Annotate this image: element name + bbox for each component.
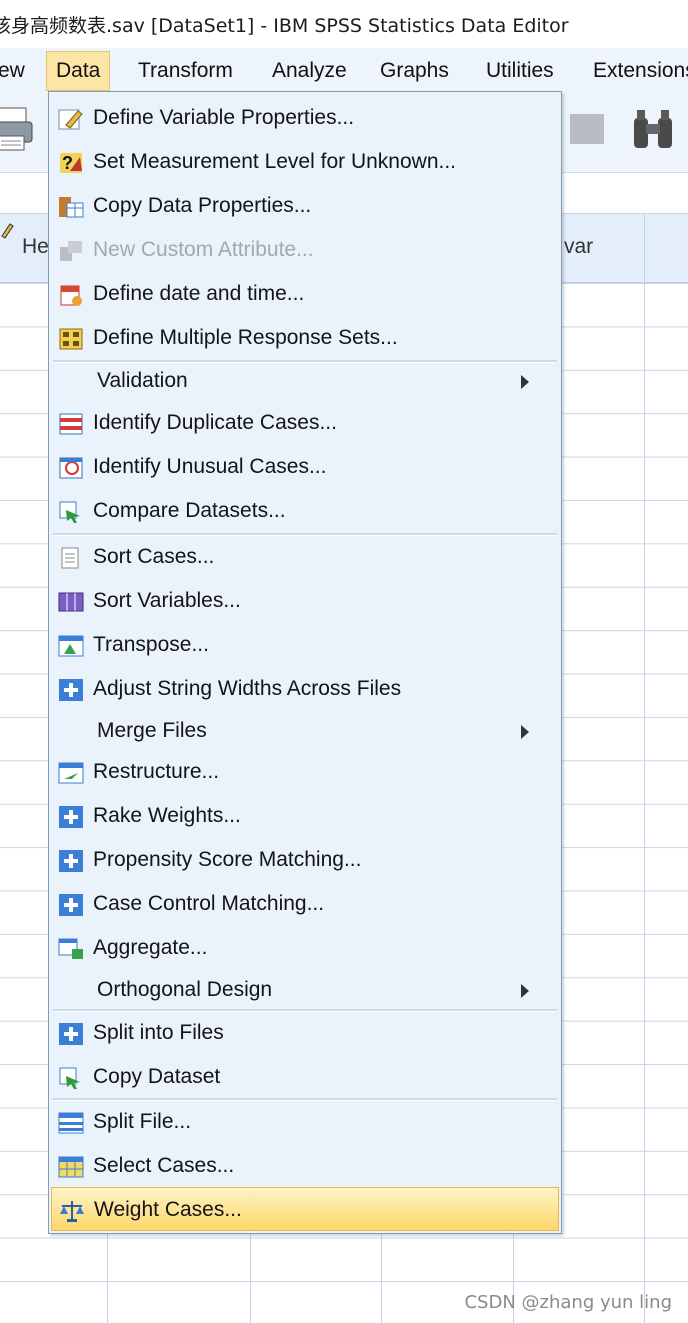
plus-icon xyxy=(59,806,83,828)
plus-icon xyxy=(59,850,83,872)
select-cases-icon xyxy=(58,1156,84,1178)
menu-bar: ew Data Transform Analyze Graphs Utiliti… xyxy=(0,48,688,93)
menu-utilities[interactable]: Utilities xyxy=(486,56,554,86)
duplicate-cases-icon xyxy=(59,413,83,435)
print-icon[interactable] xyxy=(0,104,36,154)
menu-item-define-multiple-response[interactable]: Define Multiple Response Sets... xyxy=(51,316,559,360)
menu-item-set-measurement-level[interactable]: ? Set Measurement Level for Unknown... xyxy=(51,140,559,184)
menu-item-new-custom-attribute[interactable]: New Custom Attribute... xyxy=(51,228,559,272)
menu-item-sort-variables[interactable]: Sort Variables... xyxy=(51,579,559,623)
menu-item-sort-cases[interactable]: Sort Cases... xyxy=(51,535,559,579)
menu-analyze[interactable]: Analyze xyxy=(272,56,347,86)
submenu-arrow-icon xyxy=(521,984,529,998)
calendar-icon xyxy=(60,285,82,306)
watermark: CSDN @zhang yun ling xyxy=(464,1292,672,1313)
menu-item-restructure[interactable]: Restructure... xyxy=(51,750,559,794)
menu-item-split-into-files[interactable]: Split into Files xyxy=(51,1011,559,1055)
data-menu-dropdown: Define Variable Properties... ? Set Meas… xyxy=(48,91,562,1234)
menu-item-aggregate[interactable]: Aggregate... xyxy=(51,926,559,970)
grid-header-cell[interactable]: var xyxy=(560,214,645,280)
menu-view[interactable]: ew xyxy=(0,56,25,86)
weight-cases-icon xyxy=(60,1201,84,1222)
menu-item-split-file[interactable]: Split File... xyxy=(51,1100,559,1144)
column-header-partial: He xyxy=(22,235,49,258)
menu-item-define-date-time[interactable]: Define date and time... xyxy=(51,272,559,316)
menu-graphs[interactable]: Graphs xyxy=(380,56,449,86)
compare-datasets-icon xyxy=(59,501,80,523)
split-file-icon xyxy=(58,1112,84,1134)
menu-item-select-cases[interactable]: Select Cases... xyxy=(51,1144,559,1188)
define-variable-properties-icon xyxy=(58,109,83,130)
menu-item-case-control-matching[interactable]: Case Control Matching... xyxy=(51,882,559,926)
grid-header-cell[interactable]: He xyxy=(0,214,49,280)
menu-item-weight-cases[interactable]: Weight Cases... xyxy=(51,1187,559,1231)
pencil-icon xyxy=(1,223,14,239)
aggregate-icon xyxy=(58,938,83,959)
sort-variables-icon xyxy=(58,592,84,612)
plus-icon xyxy=(59,679,83,701)
custom-attribute-icon xyxy=(60,241,82,261)
column-header-var: var xyxy=(564,235,594,258)
restructure-icon xyxy=(58,762,84,784)
menu-item-propensity-score-matching[interactable]: Propensity Score Matching... xyxy=(51,838,559,882)
menu-item-identify-unusual-cases[interactable]: Identify Unusual Cases... xyxy=(51,445,559,489)
menu-item-copy-data-properties[interactable]: Copy Data Properties... xyxy=(51,184,559,228)
menu-item-rake-weights[interactable]: Rake Weights... xyxy=(51,794,559,838)
menu-item-define-variable-properties[interactable]: Define Variable Properties... xyxy=(51,96,559,140)
transpose-icon xyxy=(58,635,84,657)
menu-data[interactable]: Data xyxy=(46,51,111,91)
plus-icon xyxy=(59,894,83,916)
menu-item-transpose[interactable]: Transpose... xyxy=(51,623,559,667)
menu-item-adjust-string-widths[interactable]: Adjust String Widths Across Files xyxy=(51,667,559,711)
sort-cases-icon xyxy=(61,547,79,569)
copy-dataset-icon xyxy=(59,1067,80,1089)
title-bar: 孩身高频数表.sav [DataSet1] - IBM SPSS Statist… xyxy=(0,0,688,48)
menu-item-identify-duplicate-cases[interactable]: Identify Duplicate Cases... xyxy=(51,401,559,445)
menu-extensions[interactable]: Extensions xyxy=(593,56,688,86)
copy-data-properties-icon xyxy=(59,197,84,218)
unusual-cases-icon xyxy=(59,457,83,479)
binoculars-icon[interactable] xyxy=(628,104,678,154)
menu-transform[interactable]: Transform xyxy=(138,56,233,86)
menu-item-validation[interactable]: Validation xyxy=(51,359,559,403)
submenu-arrow-icon xyxy=(521,725,529,739)
multiple-response-icon xyxy=(59,328,83,350)
submenu-arrow-icon xyxy=(521,375,529,389)
find-replace-icon[interactable] xyxy=(562,104,612,154)
menu-item-compare-datasets[interactable]: Compare Datasets... xyxy=(51,489,559,533)
menu-item-merge-files[interactable]: Merge Files xyxy=(51,709,559,753)
window-title: 孩身高频数表.sav [DataSet1] - IBM SPSS Statist… xyxy=(0,14,569,37)
menu-item-copy-dataset[interactable]: Copy Dataset xyxy=(51,1055,559,1099)
measurement-level-icon: ? xyxy=(60,153,82,173)
plus-icon xyxy=(59,1023,83,1045)
menu-item-orthogonal-design[interactable]: Orthogonal Design xyxy=(51,968,559,1012)
grid-divider xyxy=(644,214,645,1323)
